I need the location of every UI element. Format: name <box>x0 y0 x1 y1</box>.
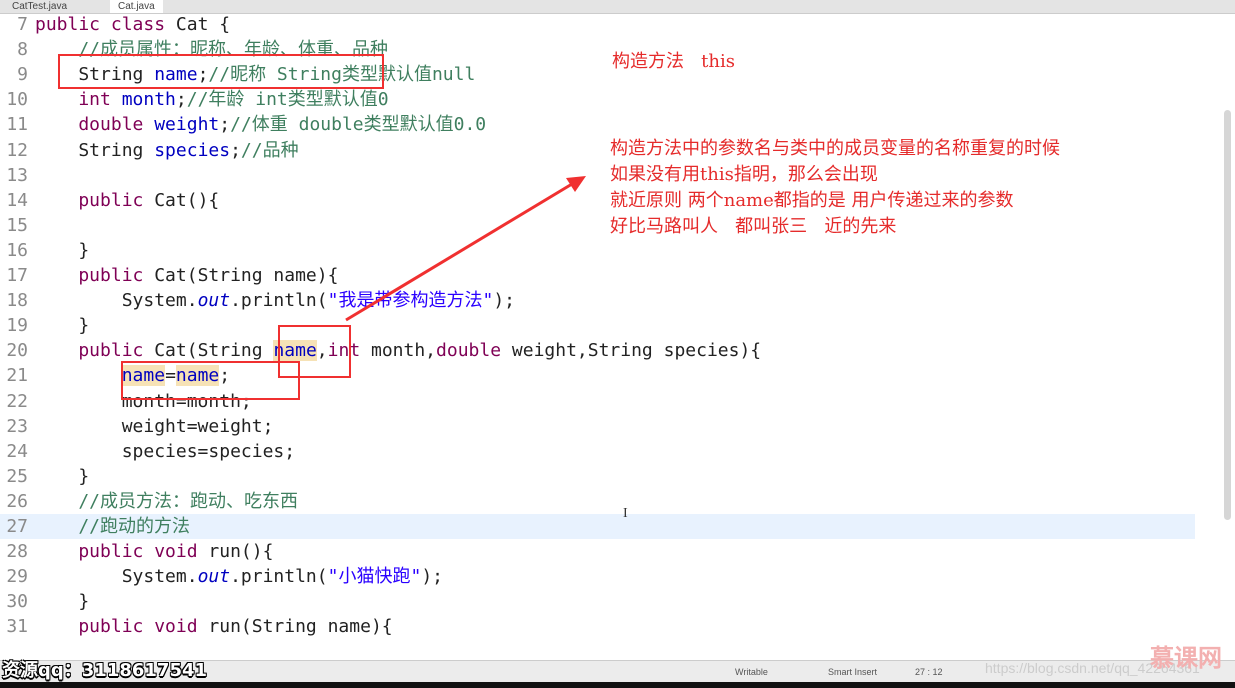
status-insert-mode: Smart Insert <box>828 667 878 677</box>
status-cursor-position: 27 : 12 <box>915 667 943 677</box>
tab-cat[interactable]: Cat.java <box>110 0 163 13</box>
note-title: 构造方法 this <box>612 51 735 72</box>
note-line-3: 就近原则 两个name都指的是 用户传递过来的参数 <box>610 190 1014 211</box>
status-writable: Writable <box>735 667 768 677</box>
logo-watermark: 慕课网 <box>1150 644 1222 672</box>
annotation-arrow <box>345 176 586 322</box>
mouse-ibeam-cursor: I <box>623 506 628 521</box>
note-line-1: 构造方法中的参数名与类中的成员变量的名称重复的时候 <box>610 138 1060 159</box>
qq-watermark: 资源qq：3118617541 <box>2 660 208 681</box>
bottom-bar <box>0 682 1235 688</box>
editor-tabs: CatTest.java Cat.java <box>0 0 1235 14</box>
note-line-2: 如果没有用this指明，那么会出现 <box>610 164 878 185</box>
vertical-scrollbar[interactable] <box>1224 110 1231 520</box>
tab-cattest[interactable]: CatTest.java <box>4 0 75 13</box>
note-line-4: 好比马路叫人 都叫张三 近的先来 <box>610 216 897 237</box>
